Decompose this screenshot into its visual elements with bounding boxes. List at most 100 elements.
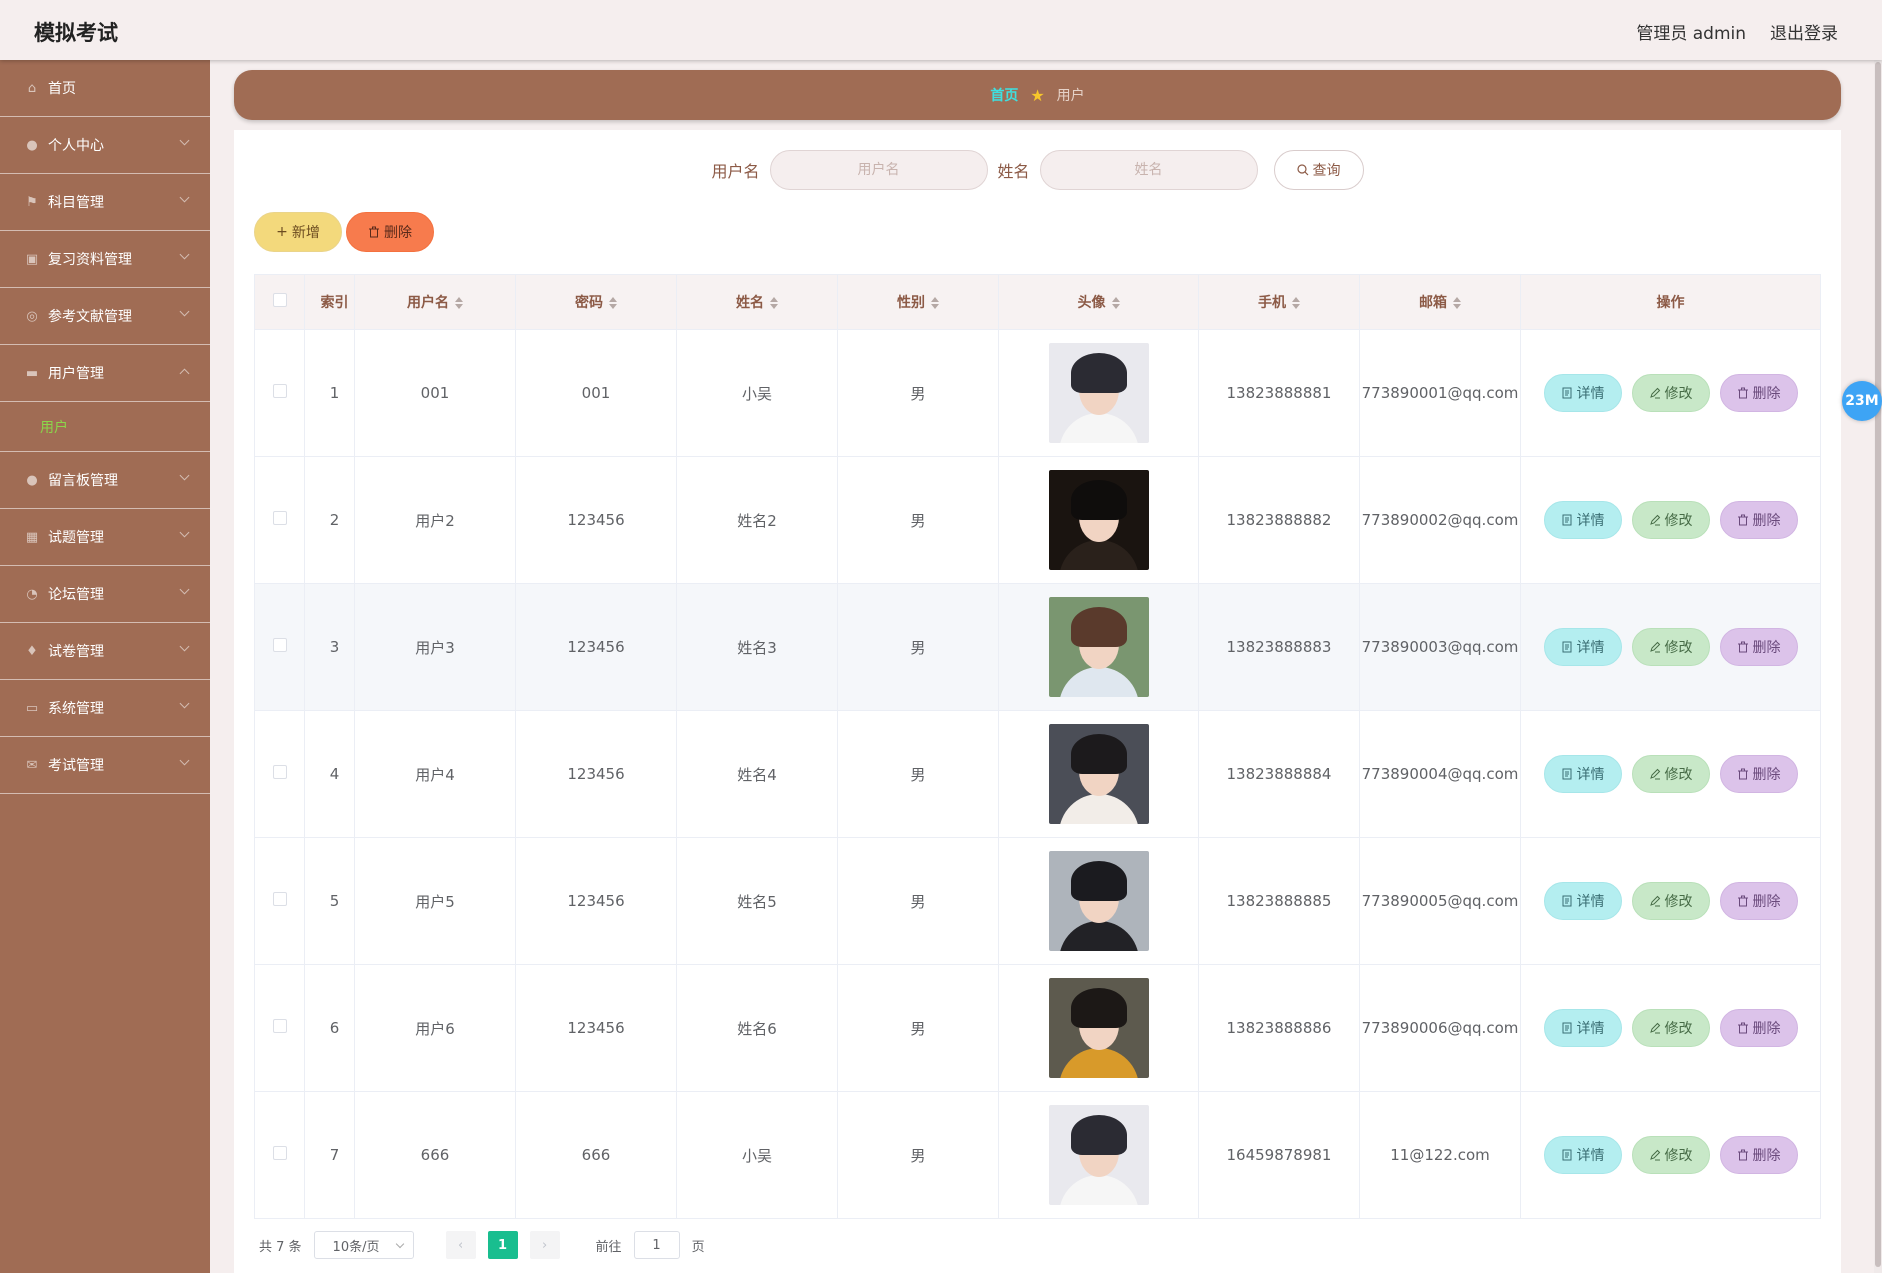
batch-delete-button[interactable]: 删除 xyxy=(346,212,434,252)
row-delete-button[interactable]: 删除 xyxy=(1719,882,1798,920)
edit-button[interactable]: 修改 xyxy=(1631,1009,1710,1047)
edit-button[interactable]: 修改 xyxy=(1631,1136,1710,1174)
sidebar-item[interactable]: ◎ 参考文献管理 xyxy=(0,288,210,345)
prev-page-button[interactable]: ‹ xyxy=(445,1231,476,1259)
table-row[interactable]: 3 用户3 123456 姓名3 男 13823888883 773890003@qq.co… xyxy=(254,583,1821,711)
edit-button[interactable]: 修改 xyxy=(1631,882,1710,920)
cell-name: 小吴 xyxy=(676,329,838,457)
cell-password: 123456 xyxy=(515,583,677,711)
memory-badge[interactable]: 23M xyxy=(1842,381,1882,421)
detail-button[interactable]: 详情 xyxy=(1543,755,1622,793)
row-delete-button[interactable]: 删除 xyxy=(1719,1009,1798,1047)
row-select-cell xyxy=(254,583,305,711)
sort-icon[interactable] xyxy=(609,297,617,309)
detail-button[interactable]: 详情 xyxy=(1543,501,1622,539)
row-checkbox[interactable] xyxy=(272,638,287,652)
table-row[interactable]: 1 001 001 小吴男 13823888881 773890001@qq.com 详情修… xyxy=(254,329,1821,457)
header-username[interactable]: 用户名 xyxy=(354,274,516,330)
sidebar-item[interactable]: ◔ 论坛管理 xyxy=(0,566,210,623)
sidebar-item[interactable]: ▭ 系统管理 xyxy=(0,680,210,737)
sidebar-item[interactable]: ● 留言板管理 xyxy=(0,452,210,509)
sidebar-item[interactable]: ⚑ 科目管理 xyxy=(0,174,210,231)
scrollbar-thumb[interactable] xyxy=(1875,62,1881,1267)
table-row[interactable]: 5 用户5 123456 姓名5 男 13823888885 773890005@qq.co… xyxy=(254,837,1821,965)
admin-user-label[interactable]: 管理员 admin xyxy=(1636,19,1746,44)
sidebar-subitem-users[interactable]: 用户 xyxy=(0,402,210,452)
add-button[interactable]: + 新增 xyxy=(254,212,342,252)
cell-gender: 男 xyxy=(837,1091,999,1219)
avatar-image[interactable] xyxy=(1048,343,1149,443)
row-select-cell xyxy=(254,710,305,838)
sidebar-item[interactable]: ▦ 试题管理 xyxy=(0,509,210,566)
sidebar-item[interactable]: ✉ 考试管理 xyxy=(0,737,210,794)
logout-link[interactable]: 退出登录 xyxy=(1770,19,1838,44)
detail-label: 详情 xyxy=(1576,386,1605,402)
row-delete-button[interactable]: 删除 xyxy=(1719,1136,1798,1174)
detail-button[interactable]: 详情 xyxy=(1543,628,1622,666)
next-page-button[interactable]: › xyxy=(529,1231,560,1259)
select-all-checkbox[interactable] xyxy=(272,293,287,307)
page-number-1[interactable]: 1 xyxy=(487,1231,518,1259)
sort-icon[interactable] xyxy=(1111,297,1120,309)
avatar-image[interactable] xyxy=(1048,597,1149,697)
sort-icon[interactable] xyxy=(1292,297,1300,309)
detail-button[interactable]: 详情 xyxy=(1543,1009,1622,1047)
header-gender[interactable]: 性别 xyxy=(837,274,999,330)
edit-button[interactable]: 修改 xyxy=(1631,374,1710,412)
avatar-image[interactable] xyxy=(1048,470,1149,570)
page-size-select[interactable]: 10条/页 xyxy=(313,1231,414,1259)
query-button[interactable]: 查询 xyxy=(1273,150,1364,190)
sidebar-item[interactable]: ▬ 用户管理 xyxy=(0,345,210,402)
cell-actions: 详情 修改 删除 xyxy=(1520,837,1821,965)
row-checkbox[interactable] xyxy=(272,511,287,525)
trash-icon xyxy=(1737,1022,1748,1034)
row-delete-button[interactable]: 删除 xyxy=(1719,501,1798,539)
goto-page-input[interactable] xyxy=(633,1231,680,1259)
avatar-image[interactable] xyxy=(1048,851,1149,951)
row-delete-button[interactable]: 删除 xyxy=(1719,755,1798,793)
edit-button[interactable]: 修改 xyxy=(1631,501,1710,539)
detail-label: 详情 xyxy=(1576,640,1605,656)
edit-button[interactable]: 修改 xyxy=(1631,755,1710,793)
avatar-image[interactable] xyxy=(1048,1105,1149,1205)
header-avatar[interactable]: 头像 xyxy=(998,274,1199,330)
detail-button[interactable]: 详情 xyxy=(1543,1136,1622,1174)
row-checkbox[interactable] xyxy=(272,1146,287,1160)
detail-button[interactable]: 详情 xyxy=(1543,374,1622,412)
avatar-image[interactable] xyxy=(1048,978,1149,1078)
row-checkbox[interactable] xyxy=(272,892,287,906)
row-checkbox[interactable] xyxy=(272,1019,287,1033)
sidebar-item[interactable]: ▣ 复习资料管理 xyxy=(0,231,210,288)
gauge-icon: ◔ xyxy=(26,586,38,602)
row-checkbox[interactable] xyxy=(272,765,287,779)
cell-avatar xyxy=(998,329,1199,457)
sidebar-item[interactable]: ● 个人中心 xyxy=(0,117,210,174)
edit-button[interactable]: 修改 xyxy=(1631,628,1710,666)
trash-icon xyxy=(1737,1149,1748,1161)
header-name[interactable]: 姓名 xyxy=(676,274,838,330)
sidebar-item[interactable]: ♦ 试卷管理 xyxy=(0,623,210,680)
header-email[interactable]: 邮箱 xyxy=(1359,274,1521,330)
header-phone[interactable]: 手机 xyxy=(1198,274,1360,330)
row-delete-button[interactable]: 删除 xyxy=(1719,374,1798,412)
table-row[interactable]: 4 用户4 123456 姓名4 男 13823888884 773890004@qq.co… xyxy=(254,710,1821,838)
row-delete-button[interactable]: 删除 xyxy=(1719,628,1798,666)
sidebar-item[interactable]: ⌂ 首页 xyxy=(0,60,210,117)
sort-icon[interactable] xyxy=(931,297,939,309)
avatar-image[interactable] xyxy=(1048,724,1149,824)
username-search-input[interactable] xyxy=(769,150,988,190)
breadcrumb-home[interactable]: 首页 xyxy=(990,85,1018,105)
search-bar: 用户名 姓名 查询 xyxy=(234,150,1841,190)
header-password[interactable]: 密码 xyxy=(515,274,677,330)
sort-icon[interactable] xyxy=(770,297,778,309)
detail-button[interactable]: 详情 xyxy=(1543,882,1622,920)
cell-username: 666 xyxy=(354,1091,516,1219)
table-row[interactable]: 6 用户6 123456 姓名6 男 13823888886 773890006@qq.co… xyxy=(254,964,1821,1092)
sort-icon[interactable] xyxy=(1453,297,1461,309)
row-checkbox[interactable] xyxy=(272,384,287,398)
sort-icon[interactable] xyxy=(455,297,463,309)
table-row[interactable]: 2 用户2 123456 姓名2 男 13823888882 773890002@qq.co… xyxy=(254,456,1821,584)
chevron-left-icon: ‹ xyxy=(457,1237,464,1253)
name-search-input[interactable] xyxy=(1039,150,1258,190)
table-row[interactable]: 7 666 666 小吴男 16459878981 11@122.com 详情 修改 删除 xyxy=(254,1091,1821,1219)
